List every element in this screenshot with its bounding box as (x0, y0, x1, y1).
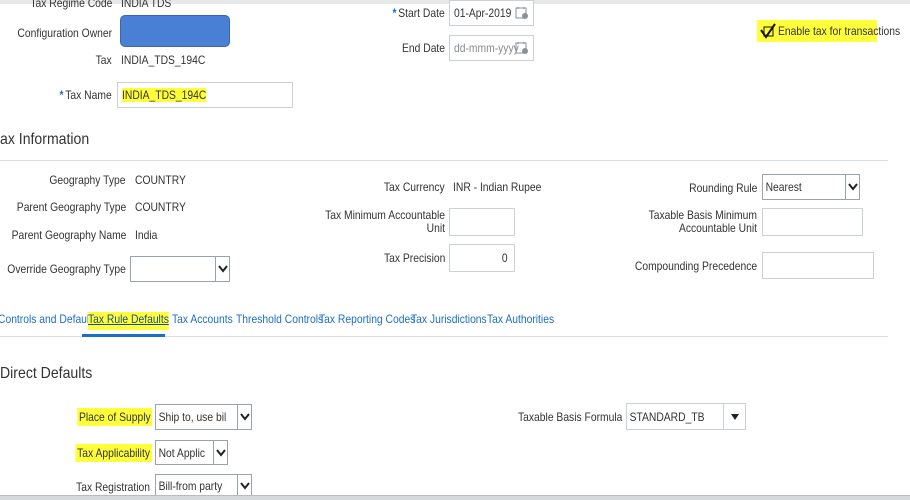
active-tab-indicator (82, 334, 165, 337)
tax-min-accountable-unit-label: Tax Minimum Accountable Unit (325, 208, 445, 235)
bottom-strip (0, 495, 910, 500)
section-divider (0, 160, 888, 161)
chevron-down-icon (213, 441, 227, 464)
start-date-value: 01-Apr-2019 (454, 6, 512, 20)
start-date-label: * Start Date (393, 6, 445, 20)
parent-geography-type-label: Parent Geography Type (16, 200, 126, 214)
rounding-rule-label: Rounding Rule (688, 181, 757, 195)
tax-name-input-value: INDIA_TDS_194C (122, 88, 207, 102)
place-of-supply-select[interactable]: Ship to, use bill to if s (155, 404, 252, 430)
tax-currency-value: INR - Indian Rupee (453, 180, 542, 194)
taxable-basis-min-label: Taxable Basis Minimum Accountable Unit (648, 208, 757, 235)
tab-controls-and-defaults[interactable]: Controls and Defaults (0, 312, 97, 330)
tab-tax-reporting-codes[interactable]: Tax Reporting Codes (319, 312, 415, 330)
chevron-down-icon (215, 257, 229, 281)
tax-label: Tax (95, 53, 112, 67)
parent-geography-name-label: Parent Geography Name (11, 228, 126, 242)
taxable-basis-formula-value: STANDARD_TB (629, 409, 705, 424)
taxable-basis-formula-select[interactable]: STANDARD_TB (626, 403, 746, 430)
calendar-icon[interactable] (515, 6, 529, 20)
compounding-precedence-label: Compounding Precedence (634, 259, 757, 273)
tax-name-label: * Tax Name (60, 88, 112, 102)
tax-information-heading: ax Information (0, 131, 90, 148)
tax-min-accountable-unit-input[interactable] (449, 208, 515, 236)
configuration-owner-label: Configuration Owner (17, 26, 112, 40)
tax-value: INDIA_TDS_194C (121, 53, 206, 67)
tax-currency-label: Tax Currency (384, 180, 445, 194)
tax-registration-label: Tax Registration (75, 480, 150, 494)
rounding-rule-select[interactable]: Nearest (762, 174, 860, 200)
end-date-label: End Date (401, 41, 445, 55)
tab-tax-rule-defaults[interactable]: Tax Rule Defaults (88, 312, 169, 330)
tab-tax-accounts[interactable]: Tax Accounts (172, 312, 233, 330)
chevron-down-icon (237, 475, 251, 497)
compounding-precedence-input[interactable] (762, 252, 874, 279)
tax-applicability-value: Not Applicable (158, 445, 206, 460)
tax-name-input[interactable]: INDIA_TDS_194C (117, 82, 293, 108)
chevron-down-icon (237, 405, 251, 429)
taxable-basis-formula-label: Taxable Basis Formula (517, 410, 622, 424)
override-geography-type-label: Override Geography Type (7, 262, 126, 276)
enable-tax-label: Enable tax for transactions (778, 24, 901, 38)
override-geography-type-select[interactable] (130, 256, 230, 282)
configuration-owner-redacted (120, 15, 230, 47)
tab-tax-jurisdictions[interactable]: Tax Jurisdictions (411, 312, 487, 330)
tax-regime-code-value: INDIA TDS (121, 0, 172, 10)
start-date-label-text: Start Date (398, 6, 445, 20)
taxable-basis-min-input[interactable] (762, 208, 863, 236)
place-of-supply-label-text: Place of Supply (76, 408, 152, 426)
required-mark: * (59, 88, 64, 102)
tab-tax-authorities[interactable]: Tax Authorities (487, 312, 554, 330)
rounding-rule-value: Nearest (765, 180, 802, 194)
tax-name-label-text: Tax Name (65, 88, 112, 102)
tax-precision-input[interactable]: 0 (449, 244, 515, 272)
geography-type-value: COUNTRY (135, 173, 186, 187)
required-mark: * (392, 6, 397, 20)
direct-defaults-heading: Direct Defaults (0, 365, 93, 382)
tax-precision-label: Tax Precision (383, 251, 445, 265)
tax-applicability-label: Tax Applicability (75, 444, 152, 462)
parent-geography-type-value: COUNTRY (135, 200, 186, 214)
geography-type-label: Geography Type (49, 173, 126, 187)
tab-threshold-controls[interactable]: Threshold Controls (236, 312, 323, 330)
tax-regime-code-label: Tax Regime Code (29, 0, 112, 10)
tax-applicability-select[interactable]: Not Applicable (155, 440, 228, 465)
checkmark-icon[interactable] (759, 22, 777, 40)
parent-geography-name-value: India (135, 228, 158, 242)
caret-down-icon (723, 404, 745, 429)
chevron-down-icon (845, 175, 859, 199)
place-of-supply-label: Place of Supply (76, 408, 152, 426)
place-of-supply-value: Ship to, use bill to if s (158, 410, 226, 424)
tax-registration-value: Bill-from party (158, 479, 223, 493)
tax-applicability-label-text: Tax Applicability (75, 444, 152, 462)
end-date-placeholder: dd-mmm-yyyy (454, 41, 519, 55)
tax-precision-value: 0 (502, 251, 508, 265)
calendar-icon[interactable] (515, 41, 529, 55)
